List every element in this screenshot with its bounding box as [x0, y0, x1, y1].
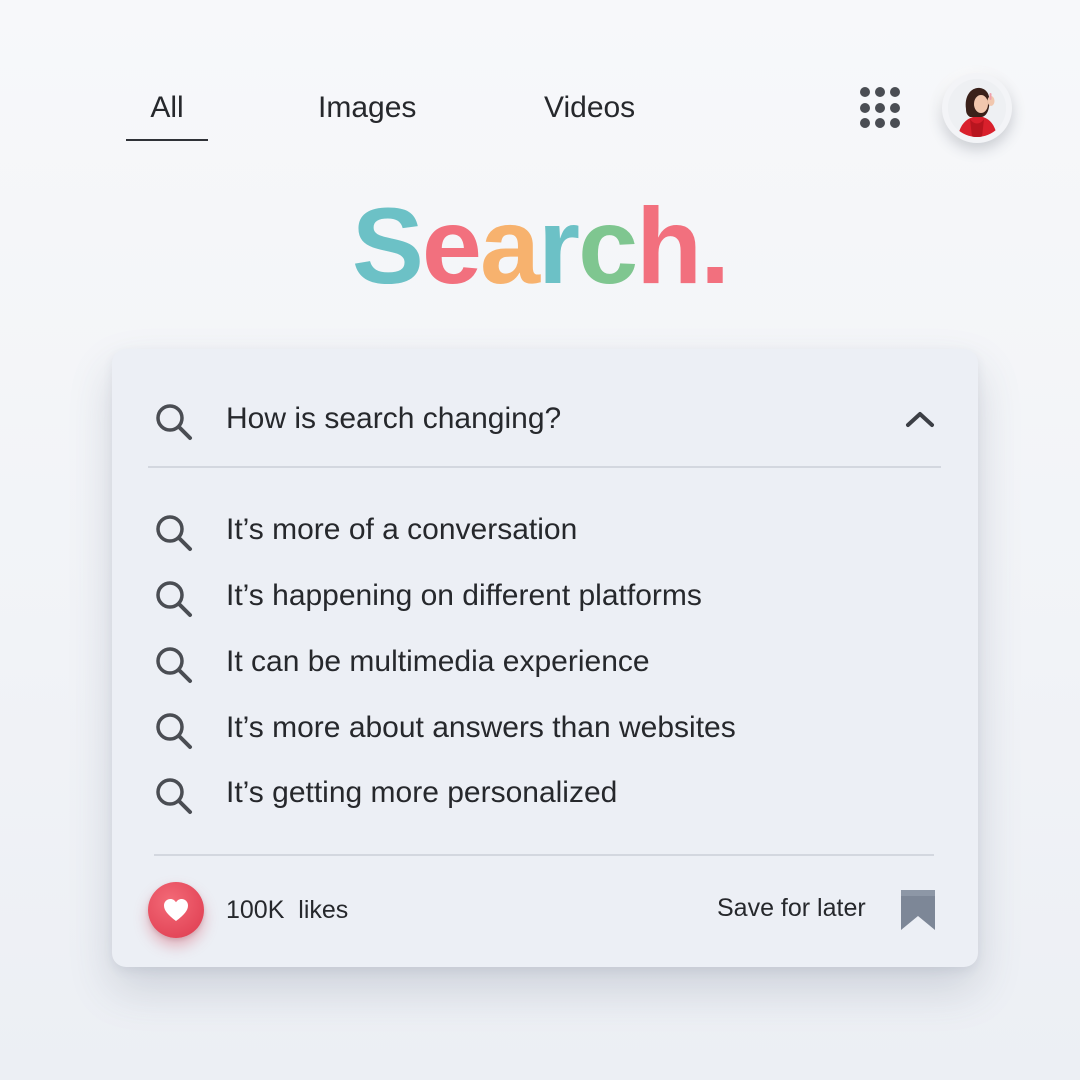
- logo-letter: .: [700, 185, 730, 306]
- suggestion-text: It’s getting more personalized: [226, 776, 618, 809]
- divider: [154, 854, 934, 856]
- search-icon: [156, 647, 192, 683]
- search-icon: [156, 778, 192, 814]
- logo-letter: S: [351, 185, 424, 306]
- suggestion-item[interactable]: It’s getting more personalized: [112, 765, 978, 821]
- suggestion-text: It’s more about answers than websites: [226, 711, 736, 744]
- logo-letter: a: [479, 185, 540, 306]
- logo-letter: h: [636, 185, 702, 306]
- heart-icon: [164, 899, 188, 921]
- tab-all[interactable]: All: [126, 88, 208, 128]
- suggestion-text: It can be multimedia experience: [226, 645, 650, 678]
- tab-images[interactable]: Images: [318, 88, 416, 128]
- logo-letter: c: [578, 185, 638, 306]
- search-icon: [156, 581, 192, 617]
- suggestion-item[interactable]: It’s happening on different platforms: [112, 568, 978, 624]
- avatar-photo: [948, 79, 1006, 137]
- bookmark-icon[interactable]: [898, 888, 938, 932]
- search-icon: [156, 404, 192, 440]
- suggestion-item[interactable]: It can be multimedia experience: [112, 634, 978, 690]
- likes-count: 100K likes: [226, 896, 349, 924]
- save-for-later-button[interactable]: Save for later: [717, 891, 866, 925]
- search-icon: [156, 713, 192, 749]
- tab-videos[interactable]: Videos: [544, 88, 635, 128]
- suggestion-text: It’s more of a conversation: [226, 513, 578, 546]
- search-query-row[interactable]: How is search changing?: [112, 391, 978, 447]
- logo-letter: r: [538, 185, 580, 306]
- chevron-up-icon[interactable]: [904, 407, 936, 431]
- active-tab-indicator: [126, 139, 208, 141]
- search-card: How is search changing? It’s more of a c…: [112, 349, 978, 967]
- suggestion-item[interactable]: It’s more about answers than websites: [112, 700, 978, 756]
- logo-letter: e: [421, 185, 482, 306]
- like-button[interactable]: [148, 882, 204, 938]
- divider: [148, 466, 941, 468]
- avatar[interactable]: [942, 73, 1012, 143]
- grid-apps-icon[interactable]: [860, 87, 902, 129]
- search-query-text[interactable]: How is search changing?: [226, 397, 561, 441]
- suggestion-item[interactable]: It’s more of a conversation: [112, 502, 978, 558]
- search-icon: [156, 515, 192, 551]
- suggestion-text: It’s happening on different platforms: [226, 579, 702, 612]
- search-logo: Search.: [0, 186, 1080, 306]
